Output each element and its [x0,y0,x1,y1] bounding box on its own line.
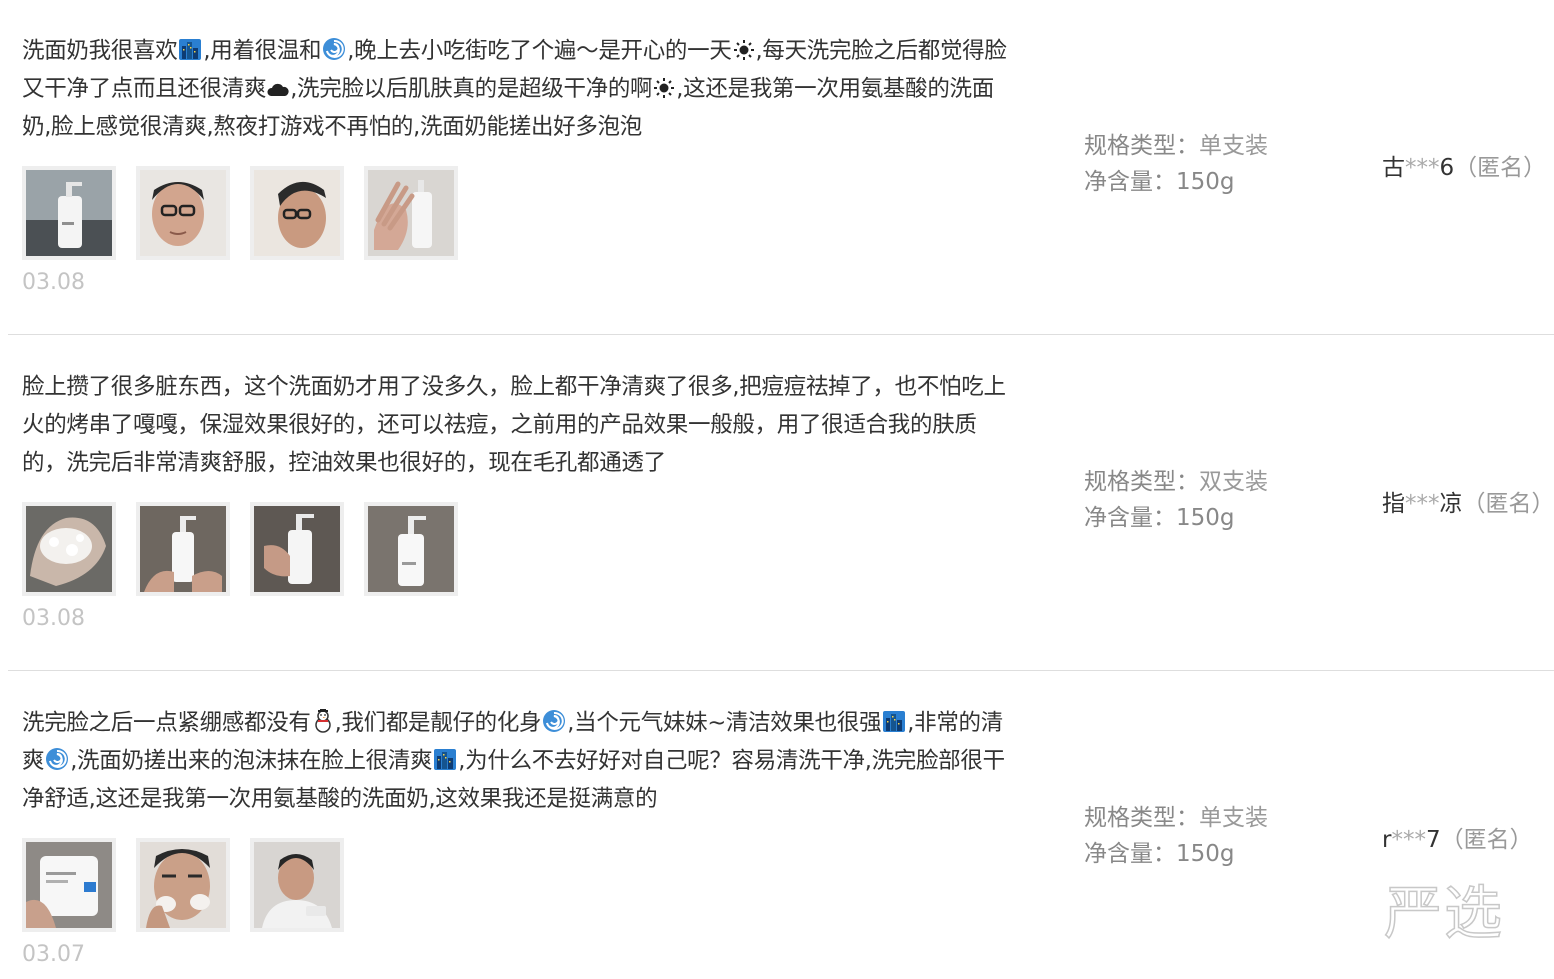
review-text-segment: ,洗完脸以后肌肤真的是超级干净的啊 [290,76,653,102]
reviewer-name-mask: *** [1405,155,1440,181]
review-photo-thumbnail[interactable] [136,838,230,932]
review-date: 03.08 [22,606,85,631]
review-photo-thumbnail[interactable] [250,166,344,260]
review-photo-thumbnail[interactable] [250,838,344,932]
reviewer-name-mask: *** [1405,491,1440,517]
foam-hand-photo [26,506,112,592]
spec-type-value: 双支装 [1199,469,1268,495]
product-spec: 规格类型：双支装 净含量：150g [1084,464,1268,536]
review-photo-thumbnail[interactable] [136,166,230,260]
anonymous-tag: （匿名） [1454,155,1547,181]
net-content-label: 净含量： [1084,169,1176,195]
review-text-segment: ,晚上去小吃街吃了个遍～是开心的一天 [347,38,732,64]
review-text-segment: 洗面奶我很喜欢 [22,38,178,64]
anonymous-tag: （匿名） [1440,827,1533,853]
review-text-segment: ,当个元气妹妹~清洁效果也很强 [567,710,882,736]
reviewer-name: 古***6（匿名） [1382,148,1546,182]
review-item: 洗面奶我很喜欢 ,用着很温和 ,晚上去小吃街吃了个遍～是开心的一天 ,每天洗完脸之后都… [8,0,1554,335]
cyclone-icon [322,37,346,61]
review-photo-thumbnail[interactable] [364,502,458,596]
reviewer-name-first: 古 [1382,155,1405,181]
cleanser-bottle-photo [26,170,112,256]
review-photos [22,838,364,932]
snowman-icon [312,709,334,733]
city-icon [433,747,457,771]
net-content-row: 净含量：150g [1084,836,1268,872]
bottle-grip-photo [254,506,340,592]
reviewer-name-last: 6 [1439,155,1455,181]
net-content-label: 净含量： [1084,505,1176,531]
hand-bottle-photo [368,170,454,256]
review-text: 洗完脸之后一点紧绷感都没有 ,我们都是靓仔的化身 ,当个元气妹妹~清洁效果也很强 ,非… [22,704,1017,818]
net-content-value: 150g [1176,841,1235,867]
net-content-value: 150g [1176,169,1235,195]
review-photo-thumbnail[interactable] [22,166,116,260]
spec-type-row: 规格类型：单支装 [1084,800,1268,836]
review-item: 洗完脸之后一点紧绷感都没有 ,我们都是靓仔的化身 ,当个元气妹妹~清洁效果也很强 ,非… [8,672,1554,979]
bottle-in-hand-photo [140,506,226,592]
review-photo-thumbnail[interactable] [250,502,344,596]
man-portrait-photo [254,842,340,928]
sun-icon [653,77,675,99]
watermark-logo: 严选 [1383,878,1505,948]
face-glasses-photo [140,170,226,256]
city-icon [178,37,202,61]
net-content-row: 净含量：150g [1084,500,1268,536]
product-spec: 规格类型：单支装 净含量：150g [1084,128,1268,200]
cyclone-icon [542,709,566,733]
review-date: 03.08 [22,270,85,295]
net-content-row: 净含量：150g [1084,164,1268,200]
review-text: 洗面奶我很喜欢 ,用着很温和 ,晚上去小吃街吃了个遍～是开心的一天 ,每天洗完脸之后都… [22,32,1017,146]
review-photos [22,502,478,596]
cyclone-icon [45,747,69,771]
review-photo-thumbnail[interactable] [22,502,116,596]
spec-type-value: 单支装 [1199,133,1268,159]
face-washing-photo [140,842,226,928]
review-text-segment: ,我们都是靓仔的化身 [334,710,542,736]
review-text-segment: ,用着很温和 [203,38,322,64]
city-icon [882,709,906,733]
cloud-icon [267,81,289,99]
anonymous-tag: （匿名） [1462,491,1554,517]
review-photos [22,166,478,260]
spec-type-label: 规格类型： [1084,469,1199,495]
bottle-closeup-photo [26,842,112,928]
reviewer-name-mask: *** [1391,827,1426,853]
net-content-label: 净含量： [1084,841,1176,867]
face-side-photo [254,170,340,256]
review-photo-thumbnail[interactable] [136,502,230,596]
bottle-pump-photo [368,506,454,592]
review-item: 脸上攒了很多脏东西，这个洗面奶才用了没多久，脸上都干净清爽了很多,把痘痘祛掉了，… [8,336,1554,671]
spec-type-row: 规格类型：单支装 [1084,128,1268,164]
review-text: 脸上攒了很多脏东西，这个洗面奶才用了没多久，脸上都干净清爽了很多,把痘痘祛掉了，… [22,374,1006,476]
reviewer-name-last: 凉 [1439,491,1463,517]
reviewer-name: 指***凉（匿名） [1382,484,1554,518]
spec-type-value: 单支装 [1199,805,1268,831]
review-text-segment: 洗完脸之后一点紧绷感都没有 [22,710,311,736]
spec-type-row: 规格类型：双支装 [1084,464,1268,500]
review-date: 03.07 [22,942,85,967]
product-spec: 规格类型：单支装 净含量：150g [1084,800,1268,872]
review-photo-thumbnail[interactable] [364,166,458,260]
spec-type-label: 规格类型： [1084,805,1199,831]
review-text-segment: ,洗面奶搓出来的泡沫抹在脸上很清爽 [70,748,433,774]
reviewer-name-first: 指 [1382,491,1405,517]
sun-icon [733,39,755,61]
spec-type-label: 规格类型： [1084,133,1199,159]
review-photo-thumbnail[interactable] [22,838,116,932]
net-content-value: 150g [1176,505,1235,531]
reviewer-name: r***7（匿名） [1382,820,1533,854]
reviewer-name-last: 7 [1425,827,1441,853]
